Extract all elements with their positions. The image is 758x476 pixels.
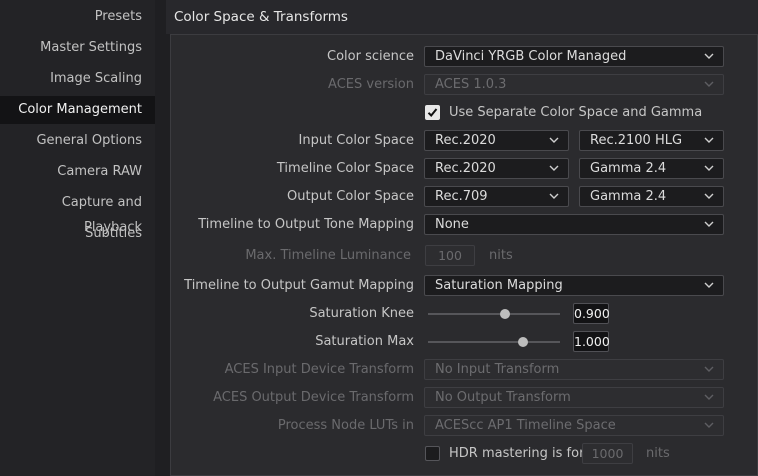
input-gamma-dropdown[interactable]: Rec.2100 HLG: [579, 130, 724, 151]
checkmark-icon: [427, 108, 438, 117]
timeline-color-space-label: Timeline Color Space: [276, 161, 414, 176]
saturation-max-input[interactable]: 1.000: [573, 331, 610, 352]
max-luminance-label: Max. Timeline Luminance: [245, 248, 411, 263]
hdr-mastering-input[interactable]: 1000: [582, 443, 633, 464]
chevron-down-icon: [704, 421, 714, 430]
output-color-space-dropdown[interactable]: Rec.709: [424, 186, 569, 207]
separate-color-space-gamma-label: Use Separate Color Space and Gamma: [449, 105, 703, 120]
saturation-max-handle[interactable]: [518, 337, 529, 347]
gamut-mapping-value: Saturation Mapping: [435, 278, 563, 293]
section-title: Color Space & Transforms: [174, 9, 348, 25]
chevron-down-icon: [704, 136, 714, 145]
input-color-space-dropdown[interactable]: Rec.2020: [424, 130, 569, 151]
output-color-space-label: Output Color Space: [287, 189, 414, 204]
sidebar-item-presets[interactable]: Presets: [0, 4, 155, 29]
sidebar: Presets Master Settings Image Scaling Co…: [0, 0, 155, 476]
input-color-space-value: Rec.2020: [435, 133, 496, 148]
sidebar-item-subtitles[interactable]: Subtitles: [0, 221, 155, 246]
process-node-luts-value: ACEScc AP1 Timeline Space: [435, 418, 616, 433]
color-science-dropdown[interactable]: DaVinci YRGB Color Managed: [424, 46, 724, 67]
tone-mapping-dropdown[interactable]: None: [424, 214, 724, 235]
saturation-knee-label: Saturation Knee: [309, 306, 414, 321]
input-color-space-label: Input Color Space: [298, 133, 414, 148]
aces-odt-value: No Output Transform: [435, 390, 571, 405]
separate-color-space-gamma-checkbox[interactable]: [425, 105, 440, 120]
aces-odt-label: ACES Output Device Transform: [213, 390, 414, 405]
sidebar-item-camera-raw[interactable]: Camera RAW: [0, 159, 155, 184]
chevron-down-icon: [549, 164, 559, 173]
hdr-mastering-label: HDR mastering is for: [449, 446, 585, 461]
timeline-gamma-dropdown[interactable]: Gamma 2.4: [579, 158, 724, 179]
timeline-color-space-value: Rec.2020: [435, 161, 496, 176]
aces-version-value: ACES 1.0.3: [435, 77, 507, 92]
max-luminance-unit: nits: [489, 248, 513, 263]
aces-odt-dropdown[interactable]: No Output Transform: [424, 387, 724, 408]
chevron-down-icon: [704, 52, 714, 61]
color-science-label: Color science: [327, 49, 414, 64]
aces-idt-dropdown[interactable]: No Input Transform: [424, 359, 724, 380]
input-gamma-value: Rec.2100 HLG: [590, 133, 683, 148]
sidebar-item-color-management[interactable]: Color Management: [0, 96, 155, 124]
gamut-mapping-dropdown[interactable]: Saturation Mapping: [424, 275, 724, 296]
output-gamma-dropdown[interactable]: Gamma 2.4: [579, 186, 724, 207]
hdr-mastering-checkbox[interactable]: [425, 446, 440, 461]
sidebar-item-image-scaling[interactable]: Image Scaling: [0, 66, 155, 91]
saturation-max-label: Saturation Max: [315, 334, 414, 349]
timeline-color-space-dropdown[interactable]: Rec.2020: [424, 158, 569, 179]
tone-mapping-label: Timeline to Output Tone Mapping: [198, 217, 414, 232]
max-luminance-input[interactable]: 100: [425, 245, 475, 266]
chevron-down-icon: [704, 164, 714, 173]
sidebar-item-capture-and-playback[interactable]: Capture and Playback: [0, 190, 155, 235]
timeline-gamma-value: Gamma 2.4: [590, 161, 667, 176]
saturation-max-slider[interactable]: [428, 341, 560, 343]
sidebar-item-general-options[interactable]: General Options: [0, 128, 155, 153]
saturation-knee-handle[interactable]: [499, 309, 510, 319]
aces-version-label: ACES version: [328, 77, 414, 92]
chevron-down-icon: [704, 80, 714, 89]
output-color-space-value: Rec.709: [435, 189, 488, 204]
chevron-down-icon: [704, 365, 714, 374]
aces-version-dropdown[interactable]: ACES 1.0.3: [424, 74, 724, 95]
chevron-down-icon: [704, 393, 714, 402]
section-header: Color Space & Transforms: [166, 0, 758, 34]
hdr-mastering-unit: nits: [646, 446, 670, 461]
chevron-down-icon: [549, 192, 559, 201]
saturation-knee-input[interactable]: 0.900: [573, 303, 610, 324]
color-science-value: DaVinci YRGB Color Managed: [435, 49, 627, 64]
sidebar-item-master-settings[interactable]: Master Settings: [0, 35, 155, 60]
chevron-down-icon: [704, 192, 714, 201]
process-node-luts-label: Process Node LUTs in: [277, 418, 414, 433]
aces-idt-label: ACES Input Device Transform: [224, 362, 414, 377]
chevron-down-icon: [549, 136, 559, 145]
gamut-mapping-label: Timeline to Output Gamut Mapping: [184, 278, 414, 293]
output-gamma-value: Gamma 2.4: [590, 189, 667, 204]
chevron-down-icon: [704, 220, 714, 229]
tone-mapping-value: None: [435, 217, 469, 232]
process-node-luts-dropdown[interactable]: ACEScc AP1 Timeline Space: [424, 415, 724, 436]
aces-idt-value: No Input Transform: [435, 362, 560, 377]
chevron-down-icon: [704, 281, 714, 290]
saturation-knee-slider[interactable]: [428, 313, 560, 315]
